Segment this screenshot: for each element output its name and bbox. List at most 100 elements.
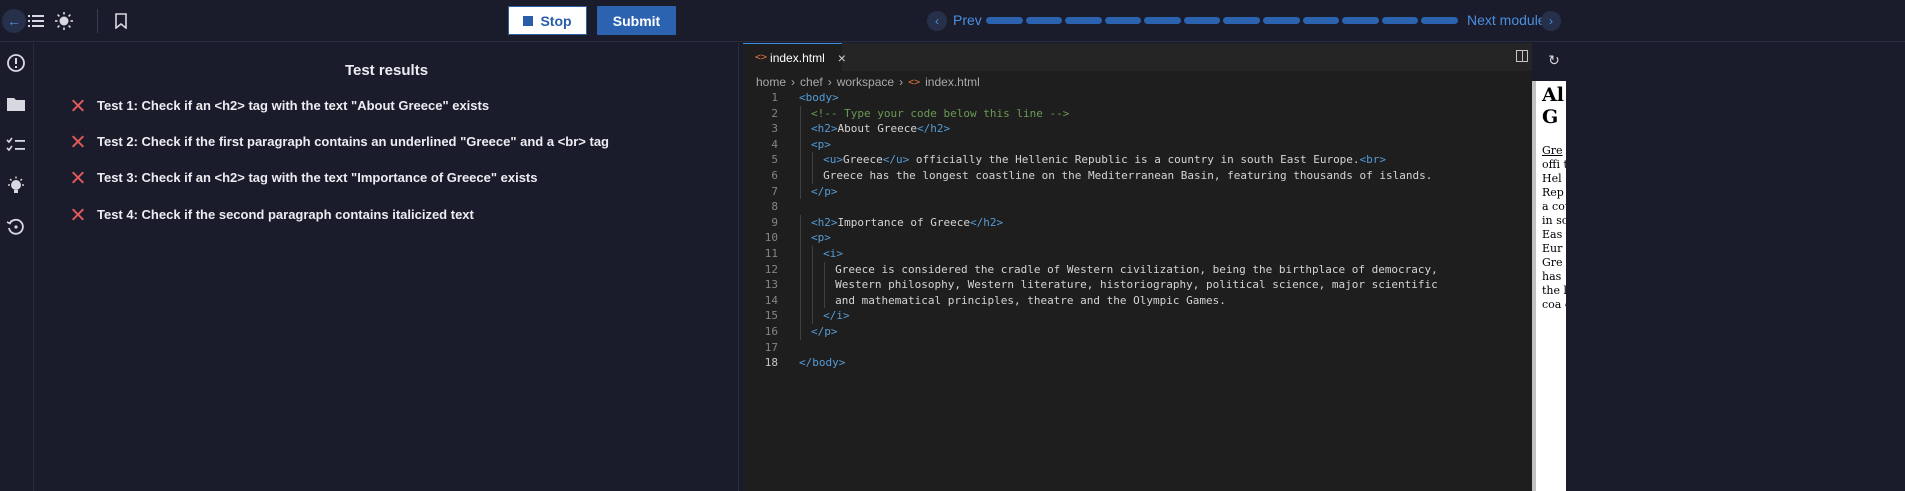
preview-paragraph: Gre offi the Hel Rep is a cou in sou Eas… (1542, 144, 1566, 312)
fail-x-icon (71, 171, 84, 184)
tab-index-html[interactable]: <> index.html × (743, 43, 846, 71)
code-line: 9 <h2>Importance of Greece</h2> (743, 214, 1532, 231)
indent-guide (800, 277, 801, 293)
code-line: 6 Greece has the longest coastline on the… (743, 167, 1532, 184)
html-tag-token: <h2> (811, 122, 838, 136)
html-tag-token: </h2> (917, 122, 951, 136)
stop-button[interactable]: Stop (508, 6, 587, 35)
code-text: <body> (799, 90, 839, 106)
text-token: Greece is considered the cradle of Weste… (835, 262, 1438, 276)
split-editor-icon[interactable] (1516, 50, 1528, 62)
line-number: 2 (771, 106, 778, 120)
back-arrow-icon[interactable]: ← (2, 9, 26, 33)
line-number: 17 (764, 340, 778, 354)
line-number: 18 (764, 356, 778, 370)
top-toolbar: ← Stop Submit ‹ Prev Next module › (0, 0, 1905, 42)
test-label: Test 3: Check if an <h2> tag with the te… (97, 169, 538, 185)
chevron-right-icon: › (791, 75, 796, 89)
indent-guide (800, 292, 801, 309)
next-module-link[interactable]: Next module (1467, 12, 1546, 28)
indent-guide (824, 292, 826, 309)
chevron-right-icon: › (827, 75, 832, 89)
indent-guide (812, 292, 814, 309)
html-tag-token: </u> (882, 153, 910, 167)
line-number: 5 (771, 153, 778, 167)
text-token: Greece has the longest coastline on the … (823, 168, 1433, 182)
line-number: 1 (771, 91, 778, 104)
breadcrumb-item[interactable]: chef (800, 75, 823, 89)
breadcrumb-item[interactable]: index.html (925, 75, 980, 89)
tab-label: index.html (770, 50, 825, 65)
prev-link[interactable]: Prev (953, 12, 982, 28)
code-line: 14 and mathematical principles, theatre a… (743, 292, 1532, 309)
line-number: 7 (771, 184, 778, 198)
alert-circle-icon[interactable] (4, 51, 28, 75)
indent-guide (824, 277, 826, 293)
html-tag-token: <body> (799, 91, 839, 104)
bookmark-icon[interactable] (109, 9, 133, 33)
code-line: 5 <u>Greece</u> officially the Hellenic R… (743, 152, 1532, 168)
breadcrumb-item[interactable]: workspace (837, 75, 894, 89)
preview-heading: Al G (1542, 84, 1564, 128)
chevron-right-icon[interactable]: › (1541, 11, 1561, 31)
left-sidebar (0, 43, 34, 491)
breadcrumb-item[interactable]: home (756, 75, 786, 89)
line-number: 13 (764, 278, 778, 292)
progress-segment (1342, 17, 1379, 24)
preview-frame[interactable]: Al G Gre offi the Hel Rep is a cou in so… (1536, 81, 1566, 491)
progress-segment (1302, 17, 1340, 24)
code-text: and mathematical principles, theatre and… (835, 293, 1226, 309)
progress-segment (1263, 17, 1300, 24)
indent-guide (812, 167, 814, 184)
test-results-panel: Test results Test 1: Check if an <h2> ta… (35, 43, 738, 491)
sun-icon[interactable] (52, 9, 76, 33)
code-line: 12 Greece is considered the cradle of Wes… (743, 261, 1532, 278)
html-file-icon: <> (755, 52, 768, 63)
code-editor: <> index.html × home › chef › workspace … (743, 43, 1532, 491)
html-tag-token: </h2> (970, 215, 1004, 229)
submit-button-label: Submit (612, 12, 661, 29)
panel-title: Test results (344, 62, 429, 79)
preview-paragraph-text: offi the Hel Rep is a cou in sou Eas Eur… (1542, 158, 1566, 311)
checklist-icon[interactable] (4, 133, 28, 157)
line-number: 4 (771, 137, 778, 151)
line-number: 11 (764, 246, 778, 260)
code-text: Western philosophy, Western literature, … (835, 277, 1438, 293)
code-line: 3 <h2>About Greece</h2> (743, 121, 1532, 137)
breadcrumb: home › chef › workspace › <> index.html (756, 74, 980, 90)
chevron-left-icon[interactable]: ‹ (927, 11, 947, 31)
module-progress-bar (986, 17, 1458, 24)
list-icon[interactable] (24, 9, 48, 33)
submit-button[interactable]: Submit (597, 6, 676, 35)
progress-segment (1421, 17, 1458, 24)
test-result-row: Test 4: Check if the second paragraph co… (71, 204, 474, 224)
code-area[interactable]: 1 <body> 2 <!-- Type your code below this l… (743, 90, 1532, 371)
indent-guide (800, 230, 801, 246)
history-icon[interactable] (4, 215, 28, 239)
html-tag-token: <br> (1359, 153, 1387, 167)
indent-guide (812, 245, 814, 262)
preview-underlined-text: Gre (1542, 144, 1563, 157)
html-tag-token: </i> (823, 309, 850, 323)
code-line: 8 (743, 199, 1532, 215)
code-line: 1 <body> (743, 90, 1532, 106)
close-icon[interactable]: × (838, 50, 846, 66)
code-text: </p> (811, 184, 838, 200)
code-line: 10 <p> (743, 230, 1532, 246)
html-tag-token: </p> (811, 184, 838, 198)
code-text: Greece is considered the cradle of Weste… (835, 262, 1438, 278)
fail-x-icon (71, 208, 84, 221)
test-label: Test 4: Check if the second paragraph co… (97, 206, 474, 222)
lightbulb-icon[interactable] (4, 174, 28, 198)
progress-segment (1183, 17, 1221, 24)
line-number: 12 (764, 262, 778, 276)
code-text: <u>Greece</u> officially the Hellenic Re… (823, 152, 1386, 168)
code-text: <i> (823, 246, 843, 262)
code-text: <p> (811, 230, 831, 246)
folder-icon[interactable] (4, 92, 28, 116)
refresh-icon[interactable]: ↻ (1546, 52, 1562, 68)
line-number: 9 (771, 215, 778, 229)
test-label: Test 2: Check if the first paragraph con… (97, 133, 609, 149)
text-token: Importance of Greece (837, 215, 970, 229)
code-text: <!-- Type your code below this line --> (811, 106, 1069, 122)
